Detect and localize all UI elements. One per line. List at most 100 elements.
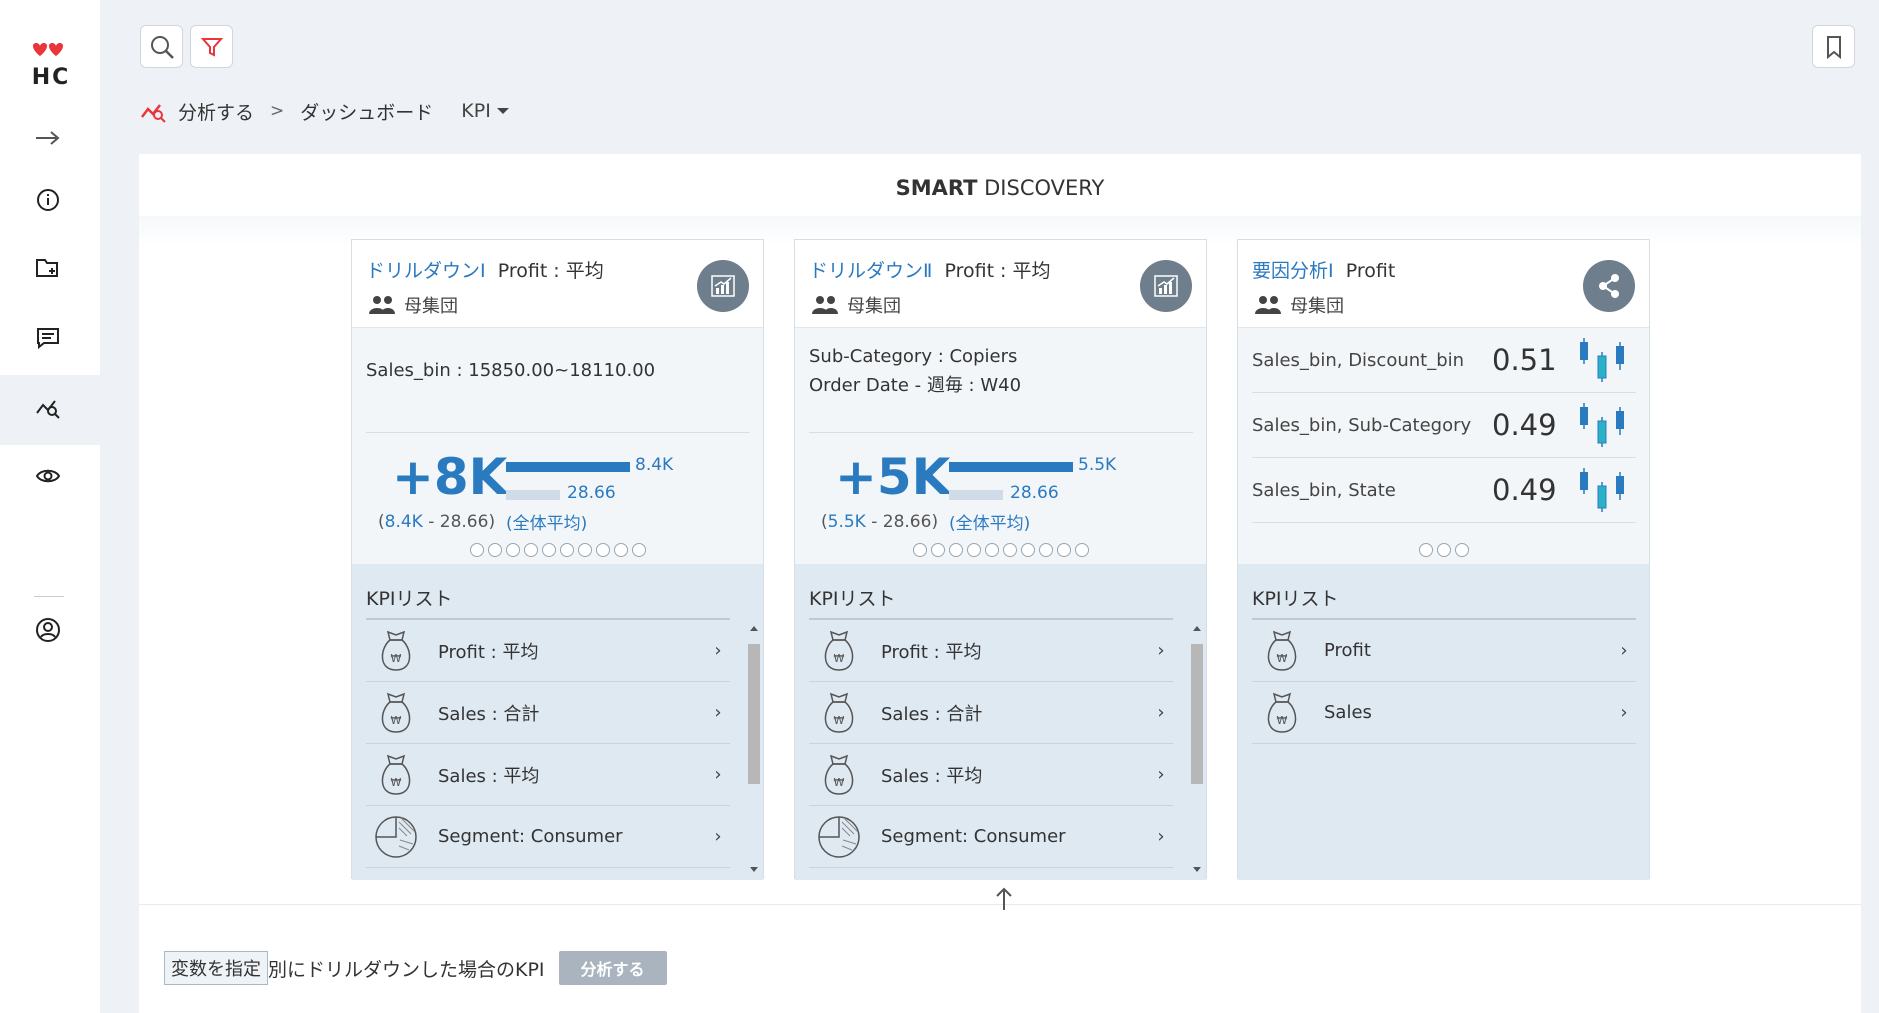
money-bag-icon: ₩ — [370, 625, 422, 677]
page-dot[interactable] — [487, 543, 502, 557]
page-dot[interactable] — [1074, 543, 1089, 557]
breadcrumb-root[interactable]: 分析する — [178, 98, 254, 125]
pagination-dots[interactable] — [795, 542, 1206, 558]
delta-detail-rest: - 28.66) — [865, 512, 939, 532]
app-logo[interactable]: HC — [26, 42, 76, 92]
kpi-dropdown-label: KPI — [461, 100, 491, 122]
delta-detail-open: ( — [378, 512, 385, 532]
card-title-metric: Profit : 平均 — [944, 260, 1051, 282]
factor-row[interactable]: Sales_bin, Discount_bin 0.51 — [1252, 328, 1636, 393]
kpi-list-item[interactable]: ₩ Sales : 合計 › — [809, 682, 1173, 744]
add-folder-button[interactable] — [30, 250, 66, 286]
page-dot[interactable] — [505, 543, 520, 557]
analyze-nav-button[interactable] — [30, 390, 66, 426]
svg-text:₩: ₩ — [391, 714, 402, 727]
scroll-up-icon[interactable] — [750, 626, 758, 631]
drilldown-description: 別にドリルダウンした場合のKPI — [268, 958, 545, 981]
people-icon — [812, 296, 838, 314]
kpi-list-scrollbar[interactable] — [745, 624, 763, 874]
page-dot[interactable] — [984, 543, 999, 557]
page-dot[interactable] — [577, 543, 592, 557]
account-button[interactable] — [30, 612, 66, 648]
page-dot[interactable] — [1436, 543, 1451, 557]
average-caption: (全体平均) — [506, 514, 588, 534]
kpi-item-label: Profit : 平均 — [881, 641, 982, 663]
svg-text:₩: ₩ — [391, 776, 402, 789]
kpi-list-item[interactable]: ₩ Sales : 合計 › — [366, 682, 730, 744]
pagination-dots[interactable] — [1238, 542, 1649, 558]
info-button[interactable] — [30, 182, 66, 218]
chevron-right-icon: › — [714, 640, 722, 661]
scroll-down-icon[interactable] — [750, 867, 758, 872]
drilldown-card-1: ドリルダウンⅠ Profit : 平均 母集団 Sales_bin : 1585… — [351, 239, 764, 880]
card-title-accent[interactable]: ドリルダウンⅡ — [809, 260, 932, 282]
page-dot[interactable] — [613, 543, 628, 557]
factor-row[interactable]: Sales_bin, State 0.49 — [1252, 458, 1636, 523]
scroll-thumb[interactable] — [1191, 644, 1203, 784]
page-dot[interactable] — [930, 543, 945, 557]
page-dot[interactable] — [595, 543, 610, 557]
money-bag-icon: ₩ — [370, 749, 422, 801]
delta-detail-rest: - 28.66) — [422, 512, 496, 532]
page-dot[interactable] — [912, 543, 927, 557]
average-bar-label: 28.66 — [567, 483, 616, 503]
page-dot[interactable] — [1038, 543, 1053, 557]
body-divider — [809, 432, 1193, 433]
kpi-list-item[interactable]: ₩ Sales › — [1252, 682, 1636, 744]
kpi-list-item[interactable]: ₩ Profit › — [1252, 620, 1636, 682]
scroll-top-button[interactable] — [989, 884, 1019, 914]
bookmark-button[interactable] — [1812, 25, 1855, 68]
page-dot[interactable] — [469, 543, 484, 557]
kpi-list-item[interactable]: ₩ Sales : 平均 › — [809, 744, 1173, 806]
kpi-list-item[interactable]: ₩ Sales : 平均 › — [366, 744, 730, 806]
page-dot[interactable] — [1056, 543, 1071, 557]
people-icon — [1255, 296, 1281, 314]
view-button[interactable] — [30, 458, 66, 494]
drilldown-card-2: ドリルダウンⅡ Profit : 平均 母集団 Sub-Category : C… — [794, 239, 1207, 880]
page-dot[interactable] — [559, 543, 574, 557]
kpi-list-title: KPIリスト — [366, 588, 453, 610]
expand-sidebar-button[interactable] — [30, 120, 66, 156]
kpi-list-item[interactable]: ₩ Profit : 平均 › — [809, 620, 1173, 682]
page-dot[interactable] — [1454, 543, 1469, 557]
pagination-dots[interactable] — [352, 542, 763, 558]
delta-detail-value: 5.5K — [827, 512, 866, 532]
specify-variable-button[interactable]: 変数を指定 — [164, 951, 268, 985]
chart-badge[interactable] — [1140, 260, 1192, 312]
factor-row[interactable]: Sales_bin, Sub-Category 0.49 — [1252, 393, 1636, 458]
page-dot[interactable] — [1418, 543, 1433, 557]
page-dot[interactable] — [541, 543, 556, 557]
filter-button[interactable] — [190, 25, 233, 68]
arrow-up-icon — [996, 887, 1012, 910]
heart-logo-icon — [33, 43, 63, 56]
money-bag-icon: ₩ — [1256, 687, 1308, 739]
share-badge[interactable] — [1583, 260, 1635, 312]
kpi-list-scrollbar[interactable] — [1188, 624, 1206, 874]
scroll-down-icon[interactable] — [1193, 867, 1201, 872]
search-button[interactable] — [140, 25, 183, 68]
card-title-accent[interactable]: 要因分析Ⅰ — [1252, 260, 1334, 282]
scroll-up-icon[interactable] — [1193, 626, 1201, 631]
card-title-accent[interactable]: ドリルダウンⅠ — [366, 260, 486, 282]
kpi-list-item[interactable]: Segment: Consumer › — [809, 806, 1173, 868]
factor-analysis-card: 要因分析Ⅰ Profit 母集団 Sales_bin, Discount_bin… — [1237, 239, 1650, 880]
delta-detail: (5.5K - 28.66) — [821, 512, 938, 532]
kpi-dropdown[interactable]: KPI — [461, 100, 509, 122]
page-dot[interactable] — [631, 543, 646, 557]
page-dot[interactable] — [1020, 543, 1035, 557]
page-dot[interactable] — [1002, 543, 1017, 557]
page-dot[interactable] — [966, 543, 981, 557]
page-dot[interactable] — [948, 543, 963, 557]
kpi-item-label: Sales — [1324, 702, 1372, 723]
analyze-button[interactable]: 分析する — [558, 951, 667, 985]
factor-name: Sales_bin, State — [1252, 479, 1396, 501]
kpi-list-item[interactable]: Segment: Consumer › — [366, 806, 730, 868]
kpi-list-item[interactable]: ₩ Profit : 平均 › — [366, 620, 730, 682]
chevron-right-icon: › — [714, 702, 722, 723]
scroll-thumb[interactable] — [748, 644, 760, 784]
chart-badge[interactable] — [697, 260, 749, 312]
comments-button[interactable] — [30, 320, 66, 356]
card-header: ドリルダウンⅠ Profit : 平均 母集団 — [352, 240, 763, 328]
condition-line: Sub-Category : Copiers — [809, 346, 1018, 367]
page-dot[interactable] — [523, 543, 538, 557]
